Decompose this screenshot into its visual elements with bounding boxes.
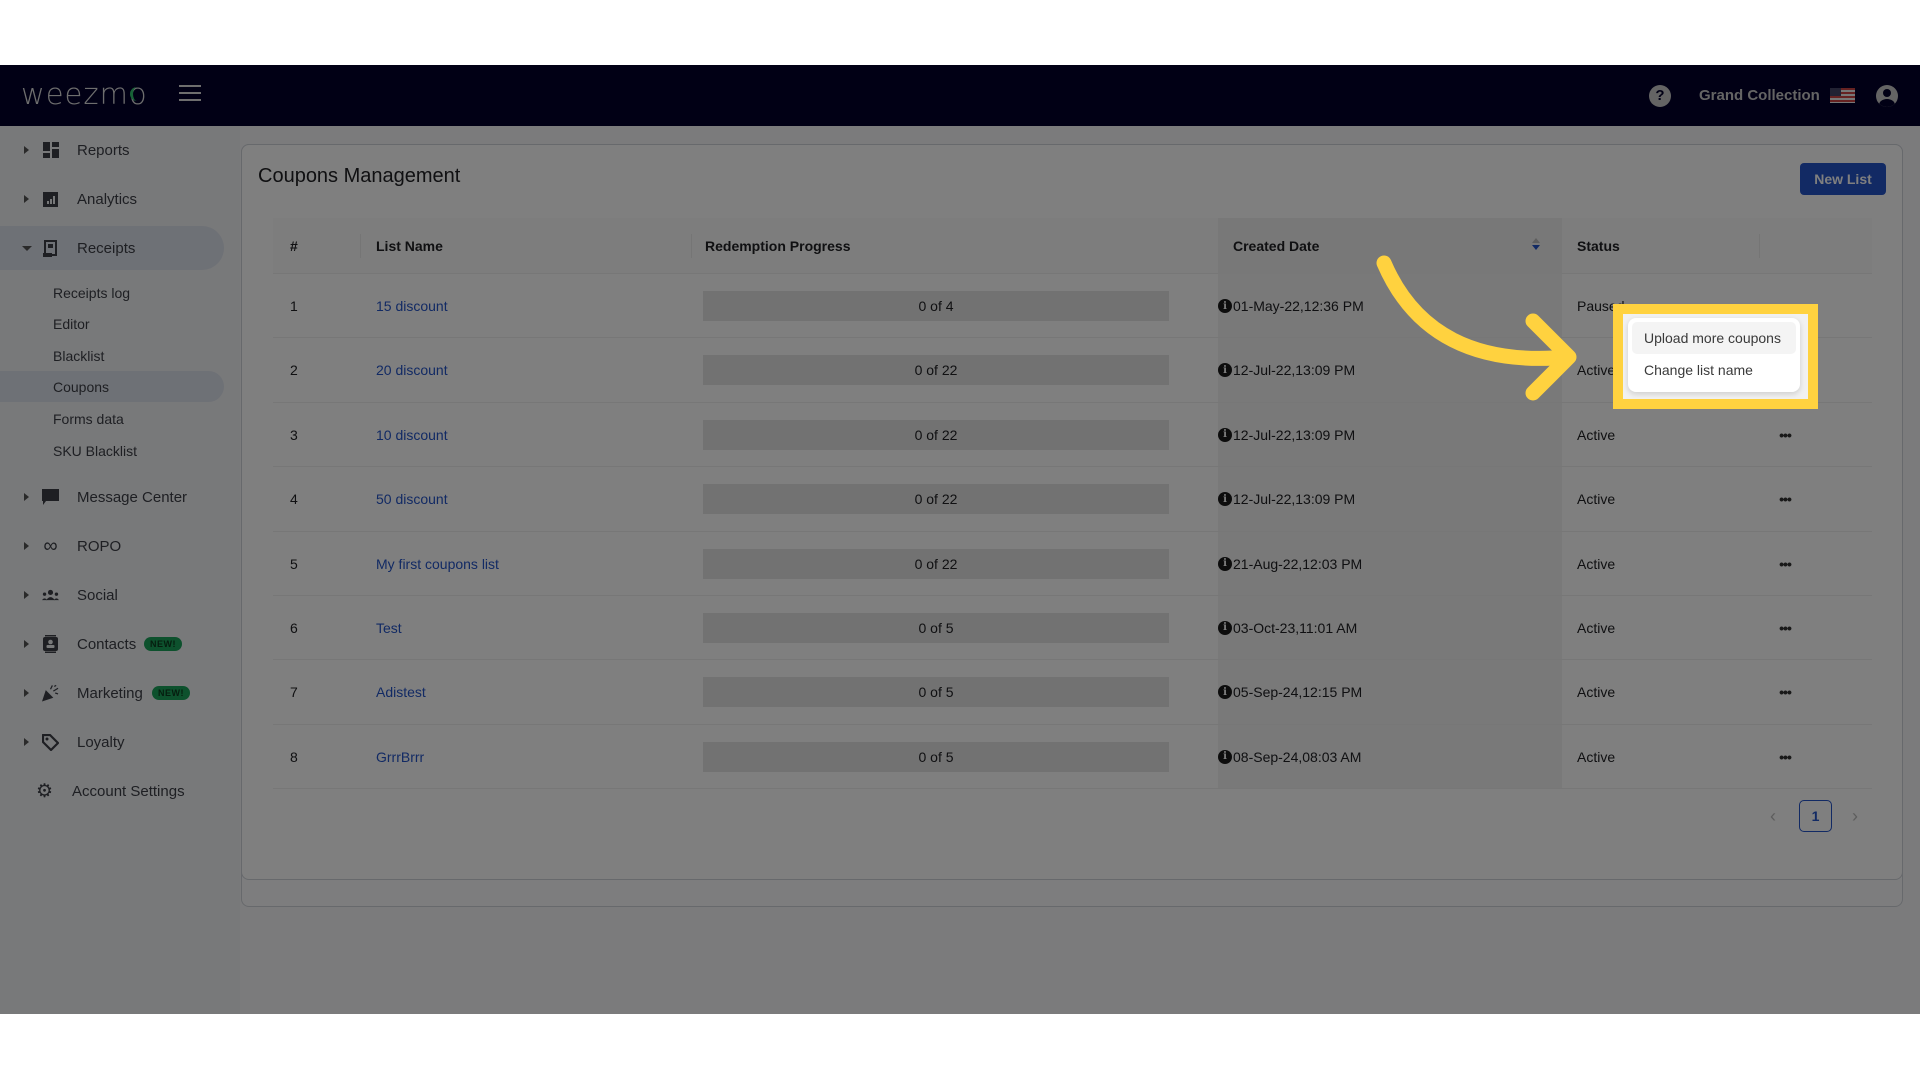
dim-overlay: [0, 65, 1920, 1014]
upload-more-coupons-option[interactable]: Upload more coupons: [1632, 322, 1796, 354]
row-actions-dropdown: Upload more coupons Change list name: [1628, 318, 1800, 392]
change-list-name-option[interactable]: Change list name: [1632, 354, 1796, 386]
